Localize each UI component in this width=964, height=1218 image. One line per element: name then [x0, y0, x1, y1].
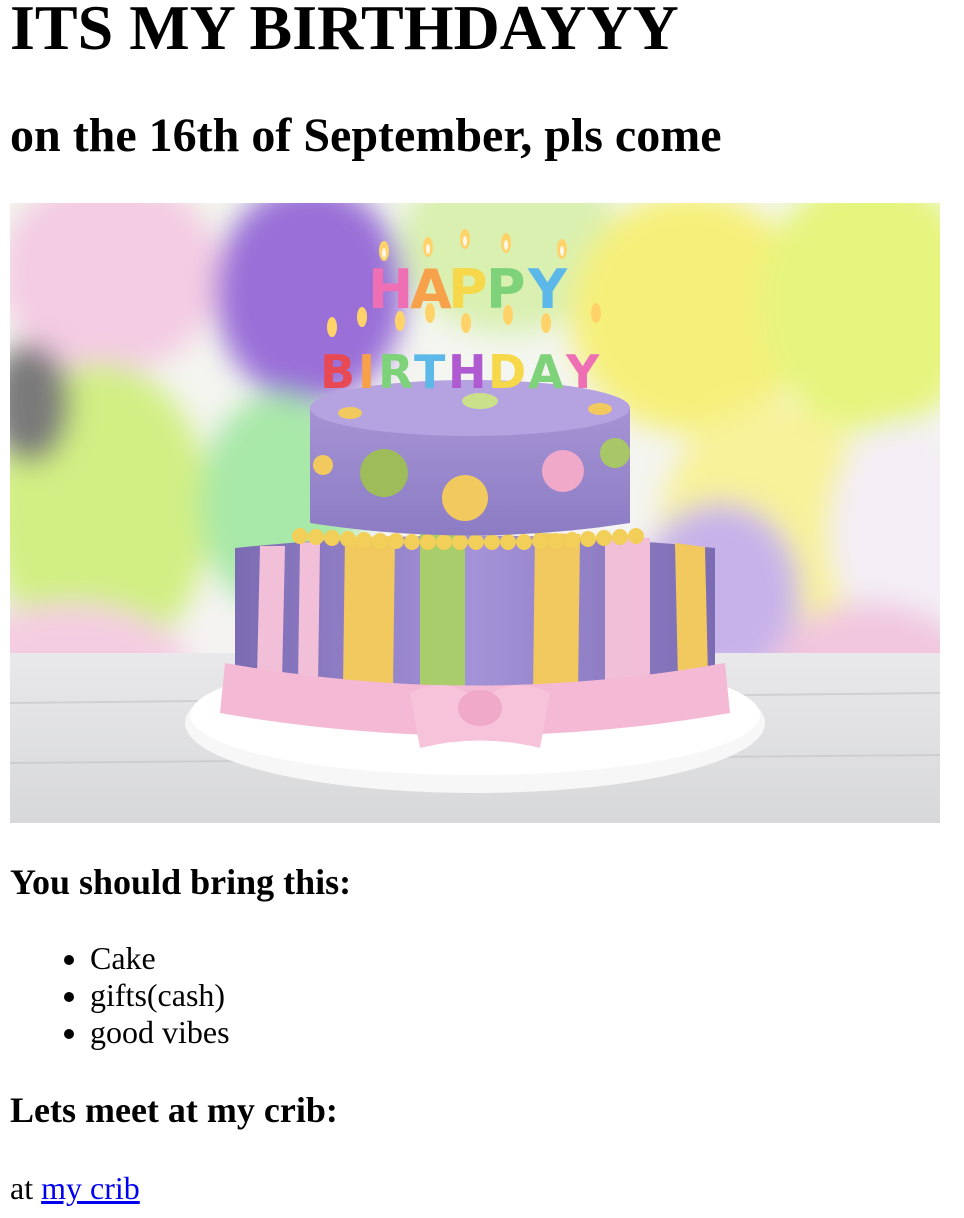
- bring-heading: You should bring this:: [10, 862, 352, 902]
- location-prefix: at: [10, 1170, 34, 1206]
- page-subtitle: on the 16th of September, pls come: [10, 109, 722, 162]
- svg-text:H: H: [448, 345, 487, 399]
- svg-text:I: I: [358, 345, 375, 399]
- list-item: good vibes: [90, 1014, 230, 1051]
- svg-text:B: B: [320, 345, 355, 399]
- bring-list: Cake gifts(cash) good vibes: [10, 940, 230, 1051]
- svg-text:A: A: [528, 345, 564, 399]
- list-item: Cake: [90, 940, 230, 977]
- meet-heading: Lets meet at my crib:: [10, 1090, 338, 1130]
- page-title: ITS MY BIRTHDAYYY: [10, 0, 679, 63]
- svg-text:R: R: [378, 345, 413, 399]
- svg-text:P: P: [448, 258, 488, 321]
- svg-text:D: D: [488, 345, 526, 399]
- svg-text:Y: Y: [527, 258, 568, 321]
- list-item: gifts(cash): [90, 977, 230, 1014]
- my-crib-link[interactable]: my crib: [41, 1170, 140, 1206]
- birthday-cake-image: H A P P Y B I R T H D A Y: [10, 203, 940, 823]
- svg-text:H: H: [368, 258, 413, 321]
- svg-text:Y: Y: [565, 345, 600, 399]
- svg-text:T: T: [414, 345, 446, 399]
- location-line: at my crib: [10, 1168, 140, 1208]
